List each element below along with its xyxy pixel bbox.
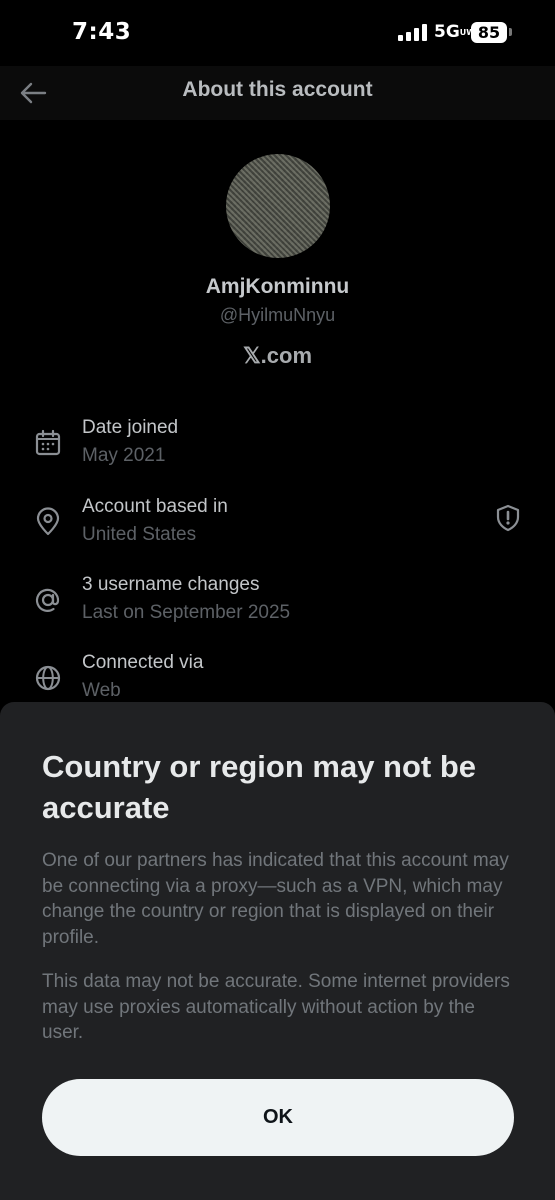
site-label: 𝕏.com [242, 343, 313, 368]
detail-value: Last on September 2025 [82, 602, 291, 623]
detail-row-username-changes: 3 username changes Last on September 202… [0, 574, 555, 644]
calendar-icon [35, 429, 61, 456]
page-title: About this account [182, 78, 373, 101]
detail-title: Account based in [82, 496, 228, 517]
detail-value: May 2021 [82, 445, 166, 466]
display-name: AmjKonminnu [205, 275, 350, 298]
ok-button[interactable]: OK [42, 1079, 514, 1156]
sheet-paragraph: This data may not be accurate. Some inte… [42, 971, 510, 1043]
clock: 7:43 [72, 19, 132, 45]
detail-title: 3 username changes [82, 574, 260, 595]
battery-level: 85 [477, 23, 501, 42]
location-pin-icon [36, 507, 60, 536]
status-bar: 7:43 5GUW 85 [0, 0, 555, 66]
network-type: 5G [434, 22, 460, 42]
detail-row-date-joined: Date joined May 2021 [0, 417, 555, 487]
at-sign-icon [36, 588, 60, 612]
avatar[interactable] [226, 154, 330, 258]
network-suffix: UW [459, 28, 476, 37]
cellular-signal-icon [398, 24, 427, 41]
detail-row-account-based-in: Account based in United States [0, 496, 555, 566]
detail-title: Date joined [82, 417, 179, 438]
globe-icon [35, 665, 61, 691]
sheet-paragraph: One of our partners has indicated that t… [42, 850, 509, 948]
top-app-bar: About this account [0, 66, 555, 120]
detail-value: Web [82, 680, 121, 701]
battery-icon: 85 [471, 22, 507, 43]
sheet-title: Country or region may not be accurate [42, 749, 477, 825]
shield-alert-icon[interactable] [492, 502, 524, 534]
detail-title: Connected via [82, 652, 204, 673]
detail-value: United States [82, 524, 197, 545]
network-indicator: 5GUW [434, 22, 476, 42]
battery-tip [509, 28, 512, 36]
username-handle: @HyilmuNnyu [219, 305, 336, 325]
info-bottom-sheet: Country or region may not be accurate On… [0, 702, 555, 1200]
